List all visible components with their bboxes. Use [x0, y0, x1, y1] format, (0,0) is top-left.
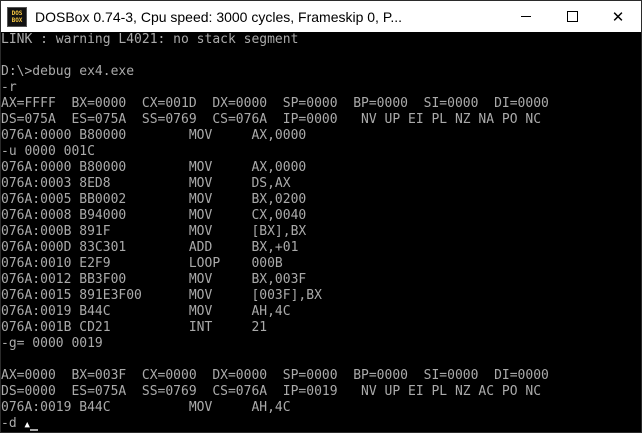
close-button[interactable]: ✕ — [595, 1, 641, 32]
terminal-line: 076A:0012 BB3F00 MOV BX,003F — [1, 272, 307, 287]
terminal-line: 076A:0019 B44C MOV AH,4C — [1, 400, 291, 415]
terminal-line: AX=0000 BX=003F CX=0000 DX=0000 SP=0000 … — [1, 368, 549, 383]
terminal-line: 076A:0000 B80000 MOV AX,0000 — [1, 160, 307, 175]
command-prompt[interactable]: -d ▲ — [1, 416, 641, 432]
minimize-icon — [521, 16, 531, 17]
dosbox-app-icon[interactable]: DOS BOX — [7, 6, 27, 27]
minimize-button[interactable] — [503, 1, 549, 32]
dosbox-window: DOS BOX DOSBox 0.74-3, Cpu speed: 3000 c… — [0, 0, 642, 433]
maximize-button[interactable] — [549, 1, 595, 32]
terminal-line: 076A:0019 B44C MOV AH,4C — [1, 304, 291, 319]
terminal-line: D:\>debug ex4.exe — [1, 64, 135, 79]
terminal-line: DS=0000 ES=075A SS=0769 CS=076A IP=0019 … — [1, 384, 542, 399]
dos-terminal[interactable]: LINK : warning L4021: no stack segment D… — [1, 32, 641, 432]
title-bar[interactable]: DOS BOX DOSBox 0.74-3, Cpu speed: 3000 c… — [1, 1, 641, 32]
terminal-line: -g= 0000 0019 — [1, 336, 103, 351]
terminal-line: DS=075A ES=075A SS=0769 CS=076A IP=0000 … — [1, 112, 542, 127]
window-controls: ✕ — [503, 1, 641, 32]
maximize-icon — [566, 11, 578, 22]
terminal-line: 076A:0000 B80000 MOV AX,0000 — [1, 128, 307, 143]
terminal-line: 076A:000D 83C301 ADD BX,+01 — [1, 240, 299, 255]
app-icon-text-bottom: BOX — [11, 16, 23, 24]
terminal-line: AX=FFFF BX=0000 CX=001D DX=0000 SP=0000 … — [1, 96, 549, 111]
close-icon: ✕ — [611, 7, 625, 26]
terminal-line: -u 0000 001C — [1, 144, 95, 159]
terminal-line: -r — [1, 80, 17, 95]
terminal-line: LINK : warning L4021: no stack segment — [1, 32, 299, 47]
terminal-line: 076A:0015 891E3F00 MOV [003F],BX — [1, 288, 322, 303]
terminal-line: 076A:001B CD21 INT 21 — [1, 320, 268, 335]
prompt-text: -d — [1, 416, 25, 431]
app-icon-text-top: DOS — [11, 9, 23, 17]
text-cursor — [29, 429, 38, 431]
window-title: DOSBox 0.74-3, Cpu speed: 3000 cycles, F… — [35, 8, 403, 25]
terminal-line: 076A:0003 8ED8 MOV DS,AX — [1, 176, 291, 191]
terminal-line: 076A:000B 891F MOV [BX],BX — [1, 224, 307, 239]
terminal-line: 076A:0008 B94000 MOV CX,0040 — [1, 208, 307, 223]
terminal-line: 076A:0005 BB0002 MOV BX,0200 — [1, 192, 307, 207]
terminal-line: 076A:0010 E2F9 LOOP 000B — [1, 256, 283, 271]
